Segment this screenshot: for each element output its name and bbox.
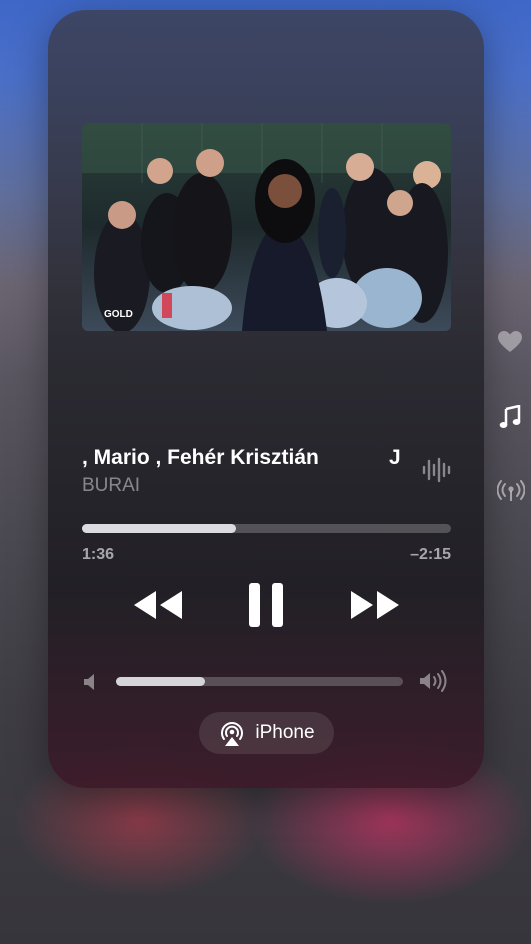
track-artist: BURAI (82, 475, 141, 496)
waveform-icon (422, 457, 451, 483)
album-artwork: GOLD (82, 123, 451, 331)
track-title: , Mario , Fehér Krisztián (82, 446, 319, 469)
gold-logo: GOLD (104, 309, 133, 320)
rewind-button[interactable] (132, 588, 184, 622)
pause-button[interactable] (247, 581, 285, 629)
fast-forward-icon (351, 591, 399, 619)
pause-icon (249, 583, 283, 627)
playback-progress-fill (82, 524, 236, 533)
remaining-time: –2:15 (410, 546, 451, 563)
airplay-audio-icon (221, 722, 244, 746)
rewind-icon (134, 591, 182, 619)
fast-forward-button[interactable] (349, 588, 401, 622)
speaker-high-icon (420, 670, 447, 692)
audio-output-button[interactable]: iPhone (199, 712, 334, 754)
speaker-low-icon (84, 674, 94, 690)
heart-icon[interactable] (497, 330, 523, 354)
volume-slider[interactable] (116, 677, 403, 686)
track-title-suffix: J (389, 446, 401, 469)
elapsed-time: 1:36 (82, 546, 115, 563)
music-note-icon[interactable] (499, 405, 521, 429)
broadcast-icon[interactable] (497, 480, 525, 502)
playback-scrubber[interactable] (82, 524, 451, 533)
volume-level-fill (116, 677, 205, 686)
audio-output-label: iPhone (255, 722, 315, 743)
